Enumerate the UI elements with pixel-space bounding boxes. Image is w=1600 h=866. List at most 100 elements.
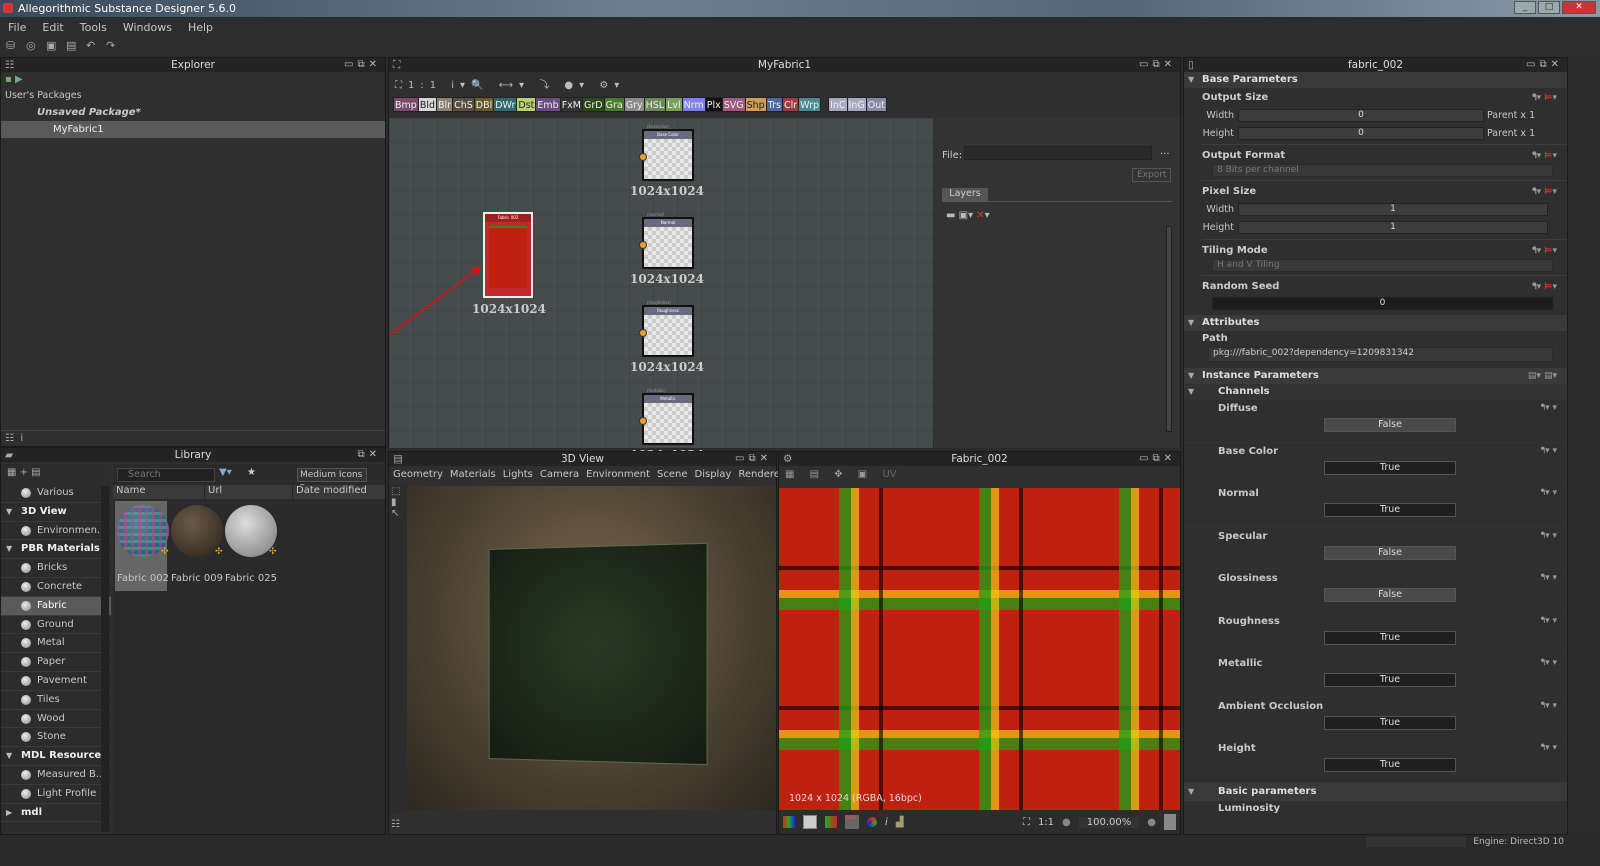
output-width-slider[interactable]: 0 (1238, 108, 1484, 122)
save-all-icon[interactable]: ▤ (66, 40, 78, 52)
rgb-icon[interactable]: RGB (845, 815, 859, 829)
menu-edit[interactable]: Edit (42, 21, 63, 34)
minimize-button[interactable]: _ (1514, 1, 1536, 14)
play-icon[interactable]: ▶ (15, 74, 23, 85)
library-tree-item[interactable]: Bricks (1, 559, 111, 578)
channel-color-icon[interactable] (783, 816, 795, 828)
output-node[interactable]: Metallic (639, 393, 694, 445)
transparency-icon[interactable] (803, 815, 817, 829)
graph-toolbar[interactable]: ⛶1:1 i▾🔍 ⟷▾ ⤵ ●▾ ⚙▾ (389, 72, 1180, 94)
base-parameters-section[interactable]: Base Parameters (1184, 72, 1567, 88)
library-tree-item[interactable]: Paper (1, 653, 111, 672)
channel-toggle[interactable]: False (1324, 588, 1456, 602)
menu-help[interactable]: Help (188, 21, 213, 34)
input-port[interactable] (639, 153, 647, 161)
info-icon[interactable]: i (20, 433, 23, 444)
library-tree-toolbar[interactable]: ▦ + ▤ (1, 464, 111, 484)
output-node[interactable]: Normal (639, 217, 694, 269)
category-dwr[interactable]: DWr (493, 97, 518, 112)
favorite-star-icon[interactable]: ★ (247, 467, 256, 478)
ratio-button[interactable]: 1:1 (1038, 817, 1054, 828)
category-blr[interactable]: Blr (436, 97, 454, 112)
new-package-icon[interactable]: ⛁ (6, 40, 18, 52)
category-dst[interactable]: Dst (516, 97, 537, 112)
category-gra[interactable]: Gra (603, 97, 625, 112)
category-chs[interactable]: ChS (452, 97, 475, 112)
library-tree-category[interactable]: mdl (1, 804, 111, 823)
layers-tab[interactable]: Layers (942, 188, 988, 201)
basic-parameters-section[interactable]: Basic parameters (1184, 782, 1567, 801)
graph-canvas[interactable]: Fabric 002 1024x1024 (basecolor) Base Co… (389, 118, 933, 462)
library-item-label[interactable]: Fabric 002 (115, 573, 171, 584)
category-inc[interactable]: InC (828, 97, 848, 112)
path-field[interactable]: pkg:///fabric_002?dependency=1209831342 (1208, 347, 1553, 362)
category-clr[interactable]: Clr (781, 97, 800, 112)
panel-controls[interactable]: ▭⧉✕ (1526, 58, 1563, 72)
fit-icon[interactable]: ⛶ (1023, 817, 1030, 828)
package-item[interactable]: Unsaved Package* (1, 104, 385, 121)
undo-icon[interactable]: ↶ (86, 40, 98, 52)
3d-menu-materials[interactable]: Materials (450, 469, 496, 481)
panel-controls[interactable]: ⧉✕ (357, 448, 381, 462)
close-button[interactable]: ✕ (1562, 1, 1596, 14)
category-dbl[interactable]: DBl (473, 97, 495, 112)
3d-menu-lights[interactable]: Lights (503, 469, 533, 481)
3d-menu-display[interactable]: Display (695, 469, 732, 481)
menu-file[interactable]: File (8, 21, 26, 34)
category-plx[interactable]: Plx (704, 97, 723, 112)
gradient-icon[interactable] (825, 816, 837, 828)
file-input[interactable] (964, 146, 1152, 160)
library-tree-item[interactable]: Tiles (1, 691, 111, 710)
column-date[interactable]: Date modified (293, 485, 367, 499)
output-height-slider[interactable]: 0 (1238, 126, 1484, 140)
channel-toggle[interactable]: False (1324, 418, 1456, 432)
2d-texture-preview[interactable]: 1024 x 1024 (RGBA, 16bpc) (779, 488, 1180, 810)
category-gry[interactable]: Gry (623, 97, 645, 112)
category-wrp[interactable]: Wrp (798, 97, 822, 112)
zoom-out-icon[interactable]: ● (1062, 817, 1071, 828)
category-ing[interactable]: InG (846, 97, 867, 112)
library-search-input[interactable]: Search (117, 468, 215, 482)
output-node[interactable]: Base Color (639, 129, 694, 181)
column-url[interactable]: Url (205, 485, 293, 499)
category-trs[interactable]: Trs (765, 97, 783, 112)
tiling-mode-select[interactable]: H and V Tiling (1212, 259, 1553, 272)
layers-scrollbar[interactable] (1166, 226, 1172, 432)
param-options-icon[interactable]: ᖳ▾ ⊨▾ (1532, 90, 1557, 106)
panel-controls[interactable]: ▭⧉✕ (1139, 58, 1176, 72)
output-node[interactable]: Roughness (639, 305, 694, 357)
graph-item[interactable]: MyFabric1 (1, 121, 385, 138)
category-nrm[interactable]: Nrm (681, 97, 706, 112)
color-wheel-icon[interactable] (867, 817, 877, 827)
category-lvl[interactable]: Lvl (665, 97, 683, 112)
input-port[interactable] (639, 241, 647, 249)
instance-parameters-section[interactable]: Instance Parameters▤▾ ▤▾ (1184, 368, 1567, 384)
menu-windows[interactable]: Windows (123, 21, 172, 34)
library-tree-item[interactable]: Metal (1, 634, 111, 654)
library-tree-item[interactable]: Concrete (1, 578, 111, 597)
3d-footer-icon[interactable]: ☷ (391, 819, 400, 830)
filter-icon[interactable]: ▼▾ (219, 467, 232, 478)
library-tree-item[interactable]: Measured B... (1, 766, 111, 785)
3d-view-side-toolbar[interactable]: ⬚ ▮ ↖ (389, 484, 407, 814)
channel-toggle[interactable]: True (1324, 758, 1456, 772)
category-svg[interactable]: SVG (721, 97, 746, 112)
channel-toggle[interactable]: True (1324, 460, 1456, 475)
channel-toggle[interactable]: True (1324, 673, 1456, 687)
maximize-button[interactable]: □ (1538, 1, 1560, 14)
library-tree-item[interactable]: Ground (1, 616, 111, 635)
channel-toggle[interactable]: True (1324, 715, 1456, 730)
zoom-in-icon[interactable]: ● (1147, 817, 1156, 828)
library-item-label[interactable]: Fabric 009 (169, 573, 225, 584)
export-button[interactable]: Export (1132, 168, 1172, 182)
zoom-level[interactable]: 100.00% (1078, 816, 1140, 828)
library-tree-item[interactable]: Environmen... (1, 522, 111, 541)
column-name[interactable]: Name (113, 485, 205, 499)
category-fxm[interactable]: FxM (559, 97, 584, 112)
library-tree-item[interactable]: Stone (1, 728, 111, 748)
3d-viewport[interactable] (407, 486, 776, 810)
lock-icon[interactable] (1164, 814, 1176, 830)
histogram-icon[interactable]: ▟ (896, 817, 904, 828)
pixel-height-slider[interactable]: 1 (1238, 220, 1548, 234)
info-icon[interactable]: i (885, 817, 888, 828)
